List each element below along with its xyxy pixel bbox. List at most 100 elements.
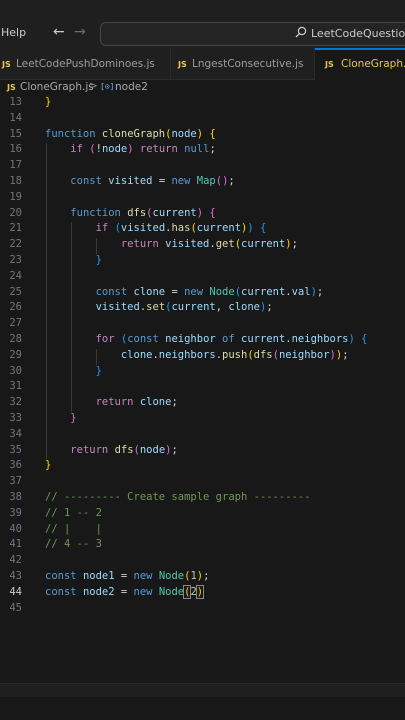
line-code: } (45, 96, 51, 108)
line-number: 39 (9, 506, 22, 519)
code-token: } (95, 254, 102, 266)
code-line[interactable]: 42 (0, 554, 405, 570)
command-center-search[interactable]: LeetCodeQuestions (100, 22, 405, 46)
line-code: const node1 = new Node(1); (45, 570, 209, 582)
line-number: 24 (9, 269, 22, 282)
code-line[interactable]: 14 (0, 112, 405, 128)
active-tab-indicator (315, 48, 405, 50)
forward-arrow-icon[interactable]: → (74, 24, 86, 40)
line-code: return visited.get(current); (45, 238, 298, 250)
tab-leetcodepushdominoes[interactable]: JS LeetCodePushDominoes.js (0, 48, 170, 80)
back-arrow-icon[interactable]: ← (53, 24, 65, 40)
code-token: ; (171, 396, 178, 409)
code-line[interactable]: 20 function dfs(current) { (0, 207, 405, 223)
code-line[interactable]: 25 const clone = new Node(current.val); (0, 286, 405, 302)
title-bar: Help ← → LeetCodeQuestions (0, 0, 405, 48)
code-line[interactable]: 28 for (const neighbor of current.neighb… (0, 333, 405, 349)
code-token: node (139, 443, 166, 456)
code-token: current (241, 333, 286, 345)
search-icon (295, 26, 307, 38)
tab-clonegraph[interactable]: JS CloneGraph.js (315, 48, 405, 80)
bottom-area (0, 697, 405, 720)
line-number: 31 (9, 380, 22, 393)
code-line[interactable]: 35 return dfs(node); (0, 444, 405, 460)
code-token: = (165, 285, 185, 298)
line-code: return clone; (45, 396, 178, 408)
code-line[interactable]: 19 (0, 191, 405, 207)
code-token: dfs (253, 348, 273, 361)
code-token: get (215, 238, 235, 251)
code-line[interactable]: 31 (0, 380, 405, 396)
code-line[interactable]: 38 // --------- Create sample graph -----… (0, 491, 405, 507)
code-line[interactable]: 34 (0, 428, 405, 444)
code-line[interactable]: 16 if (!node) return null; (0, 143, 405, 159)
line-number: 22 (9, 238, 22, 251)
breadcrumb-symbol[interactable]: node2 (115, 81, 148, 93)
javascript-file-icon: JS (178, 60, 187, 69)
code-line[interactable]: 40 // | | (0, 523, 405, 539)
code-token: Node (158, 570, 185, 582)
code-line[interactable]: 26 visited.set(current, clone); (0, 301, 405, 317)
code-line[interactable]: 41 // 4 -- 3 (0, 538, 405, 554)
line-code: const node2 = new Node(2) (45, 584, 205, 599)
code-line[interactable]: 23 } (0, 254, 405, 270)
code-token: visited (165, 238, 210, 251)
breadcrumb-file[interactable]: CloneGraph.js (20, 81, 94, 93)
code-token: dfs (127, 206, 147, 219)
code-line[interactable]: 22 return visited.get(current); (0, 238, 405, 254)
line-number: 28 (9, 333, 22, 345)
code-line[interactable]: 27 (0, 317, 405, 333)
code-token: neighbors (158, 348, 216, 361)
code-token: set (146, 301, 166, 314)
code-token: ; (291, 238, 298, 251)
line-number: 45 (9, 601, 22, 614)
line-number: 30 (9, 364, 22, 377)
code-line[interactable]: 43 const node1 = new Node(1); (0, 570, 405, 586)
code-token: new (133, 585, 159, 598)
line-number: 38 (9, 491, 22, 503)
code-token: { (260, 222, 267, 235)
code-token: visited (95, 301, 140, 314)
code-line[interactable]: 36} (0, 459, 405, 475)
code-token: } (45, 459, 52, 472)
code-line[interactable]: 33 } (0, 412, 405, 428)
line-code: function dfs(current) { (45, 206, 215, 219)
line-number: 16 (9, 143, 22, 156)
code-token: // --------- Create sample graph -------… (45, 491, 311, 503)
code-token: function (45, 127, 102, 140)
javascript-file-icon: JS (325, 60, 334, 69)
code-line[interactable]: 17 (0, 159, 405, 175)
code-token: null (184, 143, 210, 156)
code-token: node (171, 127, 197, 140)
code-token: // 4 -- 3 (45, 538, 102, 551)
line-code: } (45, 365, 102, 377)
code-token: cloneGraph (101, 127, 166, 140)
code-line[interactable]: 32 return clone; (0, 396, 405, 412)
code-line[interactable]: 39 // 1 -- 2 (0, 507, 405, 523)
code-line[interactable]: 45 (0, 602, 405, 618)
code-editor[interactable]: 13} 14 15 function cloneGraph(node) {16 if … (0, 96, 405, 680)
menu-help[interactable]: Help (1, 26, 26, 39)
code-token: neighbor (278, 348, 330, 361)
code-line[interactable]: 15 function cloneGraph(node) { (0, 128, 405, 144)
code-line[interactable]: 13} (0, 96, 405, 112)
code-line[interactable]: 44 const node2 = new Node(2) (0, 584, 405, 602)
tab-lngestconsecutive[interactable]: JS LngestConsecutive.js (171, 48, 314, 80)
code-token: return (139, 143, 178, 156)
code-line[interactable]: 24 (0, 270, 405, 286)
code-token: const (95, 285, 134, 298)
code-token: const (45, 585, 83, 598)
code-token: dfs (114, 443, 134, 456)
code-token: { (209, 127, 216, 140)
code-token: } (45, 96, 52, 108)
code-line[interactable]: 21 if (visited.has(current)) { (0, 222, 405, 238)
code-line[interactable]: 37 (0, 475, 405, 491)
code-line[interactable]: 18 const visited = new Map(); (0, 175, 405, 191)
code-line[interactable]: 30 } (0, 365, 405, 381)
code-line[interactable]: 29 clone.neighbors.push(dfs(neighbor)); (0, 349, 405, 365)
code-token: ; (171, 443, 178, 456)
status-bar (0, 683, 405, 698)
code-token: = (152, 175, 172, 187)
